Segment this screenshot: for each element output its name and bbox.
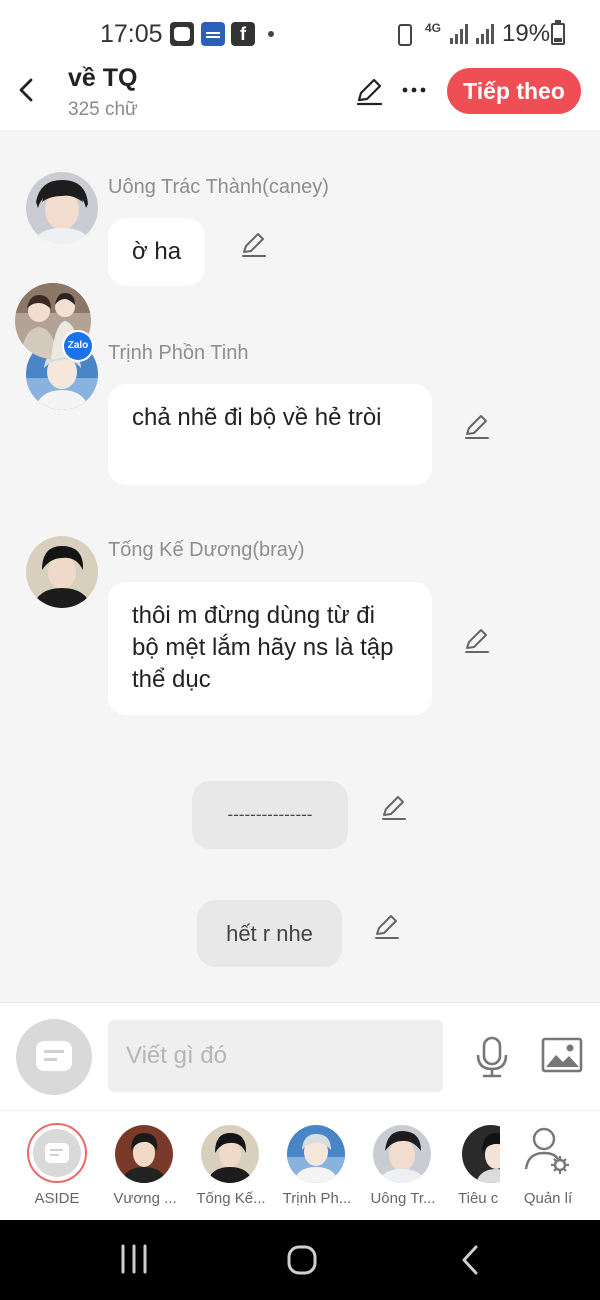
character-label: Trịnh Ph... xyxy=(282,1190,352,1207)
sender-name: Trịnh Phồn Tinh xyxy=(108,342,249,364)
page-title: về TQ xyxy=(68,64,138,92)
character-avatar xyxy=(201,1125,259,1183)
edit-message-icon[interactable] xyxy=(240,230,268,258)
battery-icon xyxy=(551,20,565,45)
system-nav-bar xyxy=(0,1220,600,1300)
character-avatar xyxy=(373,1125,431,1183)
character-label: Quản lí xyxy=(523,1190,573,1207)
aside-bubble[interactable]: --------------- xyxy=(192,781,348,849)
edit-message-icon[interactable] xyxy=(463,626,491,654)
character-avatar xyxy=(462,1125,500,1183)
signal-icon-2 xyxy=(476,24,496,44)
character-item[interactable]: Tiêu c xyxy=(450,1111,500,1221)
image-icon[interactable] xyxy=(541,1037,583,1073)
character-item[interactable]: Vương ... xyxy=(105,1111,185,1221)
microphone-icon[interactable] xyxy=(474,1035,510,1079)
message-input[interactable] xyxy=(108,1020,443,1092)
nav-back-icon[interactable] xyxy=(458,1244,482,1276)
character-bar: ASIDE Vương ... Tống Kế... Trịnh Ph... U… xyxy=(0,1110,600,1220)
message-icon xyxy=(45,1143,69,1163)
message-bubble[interactable]: thôi m đừng dùng từ đi bộ mệt lắm hãy ns… xyxy=(108,582,432,715)
more-options-icon[interactable] xyxy=(400,76,428,104)
home-icon[interactable] xyxy=(286,1244,318,1276)
zalo-badge: Zalo xyxy=(62,330,94,362)
top-header: về TQ 325 chữ Tiếp theo xyxy=(0,62,600,130)
manage-users-icon xyxy=(524,1127,569,1174)
signal-icon xyxy=(450,24,470,44)
character-avatar xyxy=(115,1125,173,1183)
character-label: Vương ... xyxy=(113,1190,177,1207)
status-bar: 17:05 f 4G 19% xyxy=(0,0,600,62)
sender-name: Tống Kế Dương(bray) xyxy=(108,539,305,561)
aside-toggle-button[interactable] xyxy=(16,1019,92,1095)
character-item[interactable]: Trịnh Ph... xyxy=(277,1111,357,1221)
edit-message-icon[interactable] xyxy=(380,793,408,821)
edit-pencil-icon[interactable] xyxy=(354,76,384,106)
zalo-logo: Zalo xyxy=(64,332,92,360)
battery-percent: 19% xyxy=(502,20,551,47)
network-type: 4G xyxy=(425,21,442,35)
character-label: Tiêu c xyxy=(458,1190,499,1207)
manage-characters-button[interactable]: Quản lí xyxy=(508,1111,588,1221)
status-time: 17:05 xyxy=(100,20,163,48)
aside-ring xyxy=(27,1123,87,1183)
character-label: Uông Tr... xyxy=(370,1190,436,1207)
battery-saver-icon xyxy=(398,24,412,46)
message-bubble[interactable]: chả nhẽ đi bộ về hẻ tròi xyxy=(108,384,432,485)
character-aside[interactable]: ASIDE xyxy=(17,1111,97,1221)
edit-message-icon[interactable] xyxy=(463,412,491,440)
next-button[interactable]: Tiếp theo xyxy=(447,68,581,114)
avatar[interactable] xyxy=(26,172,98,244)
recent-apps-icon[interactable] xyxy=(119,1244,149,1274)
sender-name: Uông Trác Thành(caney) xyxy=(108,176,329,198)
avatar[interactable] xyxy=(26,536,98,608)
character-label: Tống Kế... xyxy=(196,1190,266,1207)
back-arrow-icon[interactable] xyxy=(14,76,42,104)
aside-bubble[interactable]: hết r nhe xyxy=(197,900,342,967)
character-avatar xyxy=(287,1125,345,1183)
character-label: ASIDE xyxy=(34,1190,80,1207)
edit-message-icon[interactable] xyxy=(373,912,401,940)
chat-area[interactable]: Uông Trác Thành(caney) ờ ha Zalo Trịnh P… xyxy=(0,130,600,1002)
video-icon xyxy=(170,22,194,46)
document-icon xyxy=(201,22,225,46)
message-bubble[interactable]: ờ ha xyxy=(108,218,206,286)
composer-bar xyxy=(0,1002,600,1110)
character-item[interactable]: Uông Tr... xyxy=(363,1111,443,1221)
more-notifications-dot xyxy=(268,31,274,37)
word-count: 325 chữ xyxy=(68,99,138,120)
character-item[interactable]: Tống Kế... xyxy=(191,1111,271,1221)
facebook-icon: f xyxy=(231,22,255,46)
message-icon xyxy=(36,1041,72,1071)
